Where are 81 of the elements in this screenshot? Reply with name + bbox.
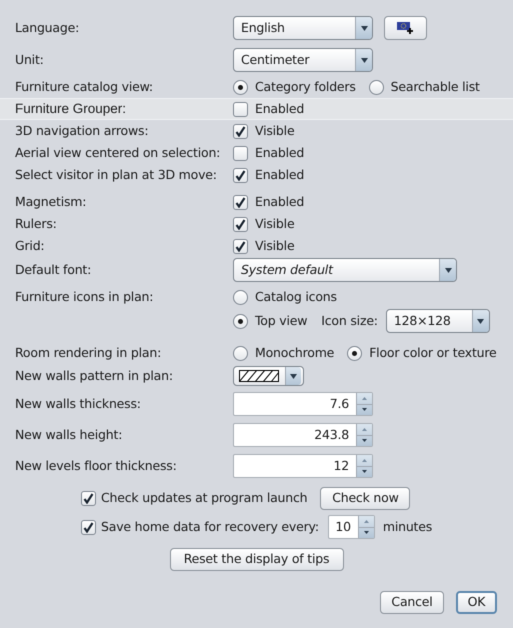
checkbox[interactable] [233,124,248,138]
checkbox[interactable] [233,146,248,160]
radio-label[interactable]: Category folders [255,78,356,96]
dropdown-arrow-icon [290,374,297,378]
field-label: Furniture icons in plan: [15,288,154,304]
radio-label[interactable]: Monochrome [255,344,334,362]
checkbox[interactable] [233,194,248,210]
field-label: New walls thickness: [15,396,141,411]
dialog-button[interactable]: Cancel [380,590,444,614]
radio-button[interactable] [347,346,362,360]
checkbox[interactable] [233,238,248,254]
checkbox-label[interactable]: Visible [255,236,294,256]
language-dropdown[interactable]: English [233,16,373,40]
radio-button[interactable] [233,346,248,360]
checkbox-label[interactable]: Save home data for recovery every: [101,518,319,536]
radio-button[interactable] [233,80,248,94]
flag-plus-icon [396,22,414,34]
checkbox-label[interactable]: Enabled [255,166,304,184]
dropdown-arrow-icon [360,58,368,62]
field-label: Magnetism: [15,194,86,209]
field-label: Default font: [15,262,92,277]
checkbox-label[interactable]: Visible [255,122,294,140]
radio-button[interactable] [368,80,384,94]
checkbox-label[interactable]: Enabled [255,100,304,118]
checkmark-icon [235,196,246,208]
minutes-label: minutes [382,518,432,536]
spinner-arrows-icon[interactable] [356,424,372,446]
checkbox-label[interactable]: Visible [255,214,294,234]
checkmark-icon [235,218,246,230]
field-label: Furniture catalog view: [15,78,153,94]
radio-button[interactable] [233,314,248,328]
field-label: Language: [15,20,80,35]
field-label: New levels floor thickness: [15,458,177,473]
spinner-arrows-icon[interactable] [356,393,372,415]
field-label: New walls pattern in plan: [15,368,173,383]
number-spinner[interactable]: 10 [328,515,375,539]
field-label: 3D navigation arrows: [15,122,148,138]
field-label: Grid: [15,238,44,253]
checkmark-icon [235,170,246,180]
dropdown-arrow-icon [444,268,452,272]
field-label: Select visitor in plan at 3D move: [15,166,217,182]
icon-size-label: Icon size: [321,312,378,330]
dropdown-arrow-icon [477,318,484,324]
dropdown-arrow-icon [360,26,368,30]
pattern-dropdown[interactable] [233,366,304,386]
number-spinner[interactable]: 243.8 [233,423,373,447]
radio-label[interactable]: Catalog icons [255,288,337,306]
checkbox-label[interactable]: Enabled [255,144,304,162]
checkmark-icon [83,492,94,504]
unit-dropdown[interactable]: Centimeter [233,48,373,72]
field-label: Unit: [15,52,44,67]
checkbox[interactable] [233,168,248,182]
radio-button[interactable] [233,290,248,304]
checkbox-label[interactable]: Check updates at program launch [101,488,308,508]
hatch-pattern-icon [239,370,279,382]
field-label: New walls height: [15,426,122,442]
checkbox[interactable] [81,490,96,506]
checkmark-icon [83,522,94,532]
number-spinner[interactable]: 7.6 [233,392,373,416]
radio-label[interactable]: Top view [255,312,308,330]
radio-label[interactable]: Searchable list [390,78,480,96]
checkmark-icon [235,126,246,136]
check-now-button[interactable]: Check now [320,486,410,510]
icon-size-dropdown[interactable]: 128×128 [386,309,490,333]
dialog-button[interactable]: OK [456,590,497,614]
checkmark-icon [235,240,246,252]
field-label: Rulers: [15,216,57,231]
checkbox[interactable] [233,216,248,232]
font-dropdown[interactable]: System default [233,258,457,282]
checkbox[interactable] [81,520,96,534]
reset-tips-button[interactable]: Reset the display of tips [170,548,344,570]
spinner-arrows-icon[interactable] [356,455,372,477]
checkbox[interactable] [233,102,248,116]
checkbox-label[interactable]: Enabled [255,192,304,212]
field-label: Furniture Grouper: [15,100,126,116]
field-label: Room rendering in plan: [15,344,162,360]
field-label: Aerial view centered on selection: [15,144,220,160]
spinner-arrows-icon[interactable] [358,516,374,538]
number-spinner[interactable]: 12 [233,454,373,478]
radio-label[interactable]: Floor color or texture [369,344,497,362]
add-language-button[interactable] [384,16,427,40]
